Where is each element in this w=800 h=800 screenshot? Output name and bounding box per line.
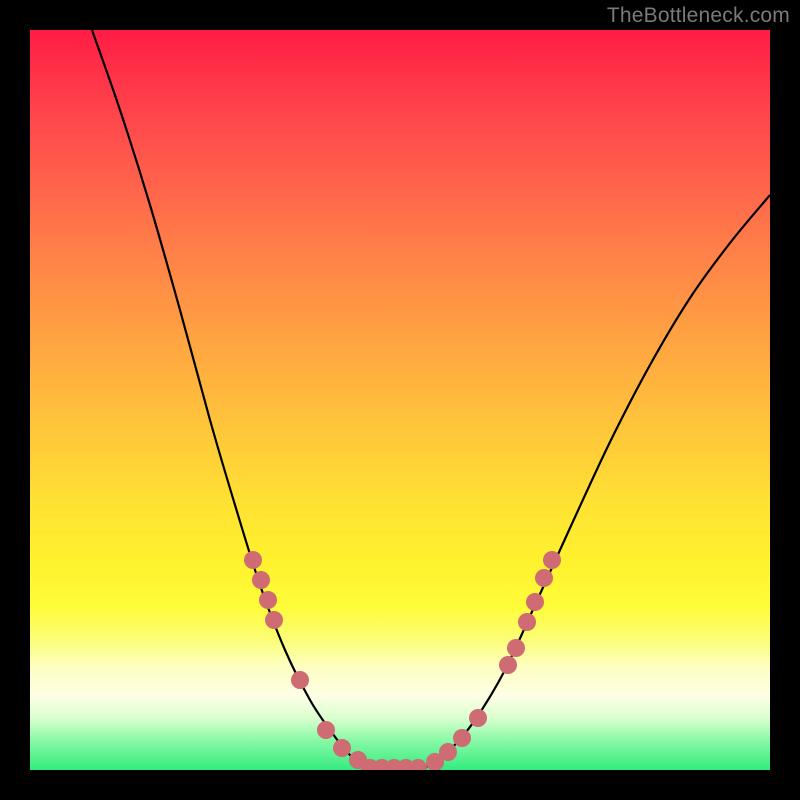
right-dots-point <box>499 656 517 674</box>
right-dots-point <box>469 709 487 727</box>
left-dots-point <box>291 671 309 689</box>
right-dots-point <box>453 729 471 747</box>
plot-area <box>30 30 770 770</box>
right-dots-point <box>535 569 553 587</box>
left-dots-point <box>317 721 335 739</box>
right-curve <box>420 195 770 768</box>
chart-frame: TheBottleneck.com <box>0 0 800 800</box>
chart-svg <box>30 30 770 770</box>
left-dots-point <box>265 611 283 629</box>
plateau-dots-point <box>409 759 427 770</box>
right-dots-point <box>507 639 525 657</box>
right-dots-point <box>518 613 536 631</box>
left-dots-point <box>244 551 262 569</box>
watermark-text: TheBottleneck.com <box>607 4 790 28</box>
left-dots-point <box>333 739 351 757</box>
left-dots-point <box>259 591 277 609</box>
left-dots-point <box>252 571 270 589</box>
right-dots-point <box>526 593 544 611</box>
right-dots-point <box>439 743 457 761</box>
left-curve <box>92 30 380 768</box>
right-dots-point <box>543 551 561 569</box>
